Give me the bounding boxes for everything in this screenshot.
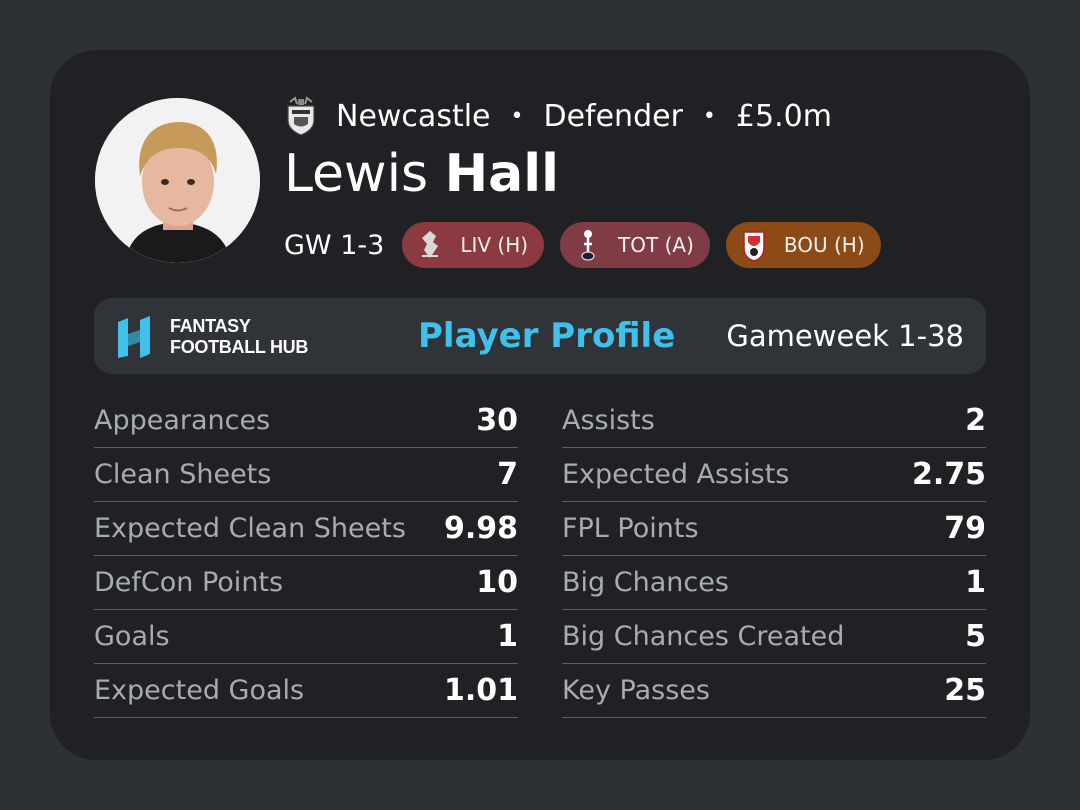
stats-right-column: Assists 2 Expected Assists 2.75 FPL Poin… — [562, 394, 986, 718]
separator-dot: • — [510, 103, 524, 129]
stat-value: 1 — [965, 565, 986, 600]
player-price: £5.0m — [735, 98, 832, 134]
gameweek-range-label: GW 1-3 — [284, 229, 385, 261]
player-card: Newcastle • Defender • £5.0m Lewis Hall … — [50, 50, 1030, 760]
stat-value: 1.01 — [443, 673, 518, 708]
stat-row: Big Chances 1 — [562, 556, 986, 610]
player-meta: Newcastle • Defender • £5.0m — [284, 96, 832, 136]
team-name: Newcastle — [336, 98, 491, 134]
stat-label: Expected Assists — [562, 459, 790, 490]
stat-row: Goals 1 — [94, 610, 518, 664]
stat-label: Big Chances Created — [562, 621, 845, 652]
bournemouth-crest-icon — [743, 231, 765, 262]
liverpool-crest-icon — [422, 231, 439, 258]
gameweek-range: Gameweek 1-38 — [726, 319, 964, 353]
brand-name: FANTASY FOOTBALL HUB — [170, 316, 308, 358]
stat-label: Appearances — [94, 405, 271, 436]
brand-line: FANTASY — [170, 316, 251, 336]
stat-row: Expected Assists 2.75 — [562, 448, 986, 502]
stat-row: Clean Sheets 7 — [94, 448, 518, 502]
stat-value: 9.98 — [443, 511, 518, 546]
banner-title: Player Profile — [418, 316, 676, 356]
stat-label: FPL Points — [562, 513, 699, 544]
fixture-opponent: BOU (H) — [783, 233, 865, 257]
stat-value: 7 — [497, 457, 518, 492]
stat-value: 30 — [476, 403, 518, 438]
stat-row: Big Chances Created 5 — [562, 610, 986, 664]
newcastle-crest-icon — [287, 96, 315, 136]
fixtures-row: GW 1-3 LIV (H) TOT (A) BOU (H) — [284, 222, 897, 268]
stat-label: DefCon Points — [94, 567, 284, 598]
stat-row: Expected Clean Sheets 9.98 — [94, 502, 518, 556]
stat-label: Assists — [562, 405, 655, 436]
player-last-name: Hall — [444, 144, 559, 204]
fixture-badge[interactable]: BOU (H) — [725, 222, 881, 268]
stat-label: Key Passes — [562, 675, 710, 706]
stat-row: DefCon Points 10 — [94, 556, 518, 610]
player-first-name: Lewis — [284, 144, 429, 204]
stat-label: Expected Goals — [94, 675, 305, 706]
stat-value: 1 — [497, 619, 518, 654]
stat-value: 2 — [965, 403, 986, 438]
brand-line: FOOTBALL HUB — [170, 337, 309, 357]
stats-left-column: Appearances 30 Clean Sheets 7 Expected C… — [94, 394, 518, 718]
player-photo-icon — [95, 98, 260, 263]
stat-label: Big Chances — [562, 567, 729, 598]
stat-row: FPL Points 79 — [562, 502, 986, 556]
stat-row: Appearances 30 — [94, 394, 518, 448]
stat-label: Clean Sheets — [94, 459, 272, 490]
separator-dot: • — [702, 103, 716, 129]
player-position: Defender — [543, 98, 683, 134]
stat-value: 10 — [476, 565, 518, 600]
fixture-opponent: LIV (H) — [460, 233, 529, 257]
player-avatar — [95, 98, 260, 263]
player-name: Lewis Hall — [284, 142, 559, 206]
fixture-opponent: TOT (A) — [618, 233, 694, 257]
stat-row: Key Passes 25 — [562, 664, 986, 718]
fixture-badge[interactable]: LIV (H) — [402, 222, 545, 268]
stat-label: Goals — [94, 621, 170, 652]
stat-value: 79 — [944, 511, 986, 546]
stat-row: Expected Goals 1.01 — [94, 664, 518, 718]
stat-value: 25 — [944, 673, 986, 708]
stat-row: Assists 2 — [562, 394, 986, 448]
stat-value: 5 — [965, 619, 986, 654]
fixture-badge[interactable]: TOT (A) — [560, 222, 710, 268]
stat-value: 2.75 — [911, 457, 986, 492]
tottenham-crest-icon — [581, 230, 595, 261]
fantasy-football-hub-logo-icon — [118, 316, 150, 358]
stat-label: Expected Clean Sheets — [94, 513, 406, 544]
profile-banner: FANTASY FOOTBALL HUB Player Profile Game… — [94, 298, 986, 374]
